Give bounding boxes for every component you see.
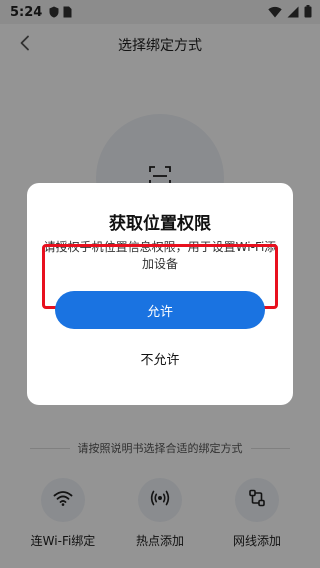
- deny-button[interactable]: 不允许: [87, 345, 233, 371]
- allow-button[interactable]: 允许: [55, 291, 265, 329]
- dialog-title: 获取位置权限: [109, 214, 211, 234]
- permission-dialog: 获取位置权限 请授权手机位置信息权限，用于设置Wi-Fi添加设备 允许 不允许: [27, 183, 293, 405]
